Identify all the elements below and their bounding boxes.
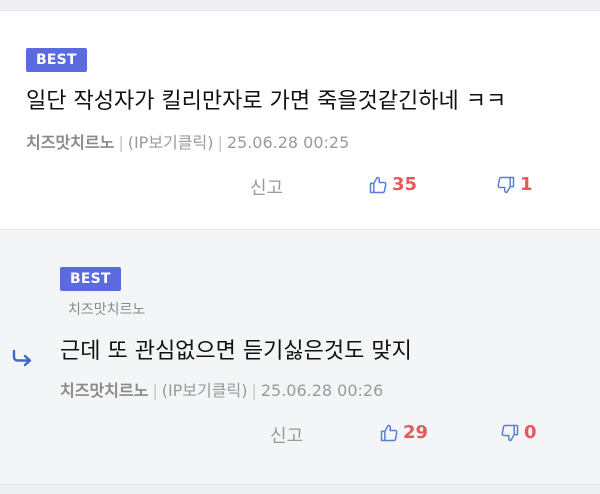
thumbs-up-icon xyxy=(380,424,398,441)
report-button[interactable]: 신고 xyxy=(250,174,283,200)
author-name[interactable]: 치즈맛치르노 xyxy=(60,381,148,400)
best-badge: BEST xyxy=(26,48,87,72)
ip-link[interactable]: (IP보기클릭) xyxy=(162,381,248,400)
best-badge: BEST xyxy=(60,267,121,291)
author-name[interactable]: 치즈맛치르노 xyxy=(26,133,114,152)
comment-text: 근데 또 관심없으면 듣기싫은것도 맞지 xyxy=(60,339,412,364)
comment-text: 일단 작성자가 킬리만자로 가면 죽을것같긴하네 ㅋㅋ xyxy=(26,89,507,114)
ip-link[interactable]: (IP보기클릭) xyxy=(128,133,214,152)
reply-arrow-icon xyxy=(12,349,32,367)
like-button[interactable]: 29 xyxy=(379,422,428,443)
like-button[interactable]: 35 xyxy=(368,174,417,195)
reply-to-author: 치즈맛치르노 xyxy=(68,302,146,318)
report-button[interactable]: 신고 xyxy=(270,422,303,448)
dislike-button[interactable]: 1 xyxy=(496,174,533,195)
comment-item: BEST 일단 작성자가 킬리만자로 가면 죽을것같긴하네 ㅋㅋ 치즈맛치르노 |… xyxy=(0,10,600,229)
comment-meta: 치즈맛치르노 | (IP보기클릭) | 25.06.28 00:25 xyxy=(26,133,350,152)
thumbs-up-icon xyxy=(369,176,387,193)
thumbs-down-icon xyxy=(501,424,519,441)
thumbs-down-icon xyxy=(497,176,515,193)
dislike-count: 1 xyxy=(520,174,533,195)
reply-comment-item: BEST 치즈맛치르노 근데 또 관심없으면 듣기싫은것도 맞지 치즈맛치르노 |… xyxy=(0,229,600,485)
like-count: 29 xyxy=(403,422,429,443)
like-count: 35 xyxy=(392,174,418,195)
dislike-button[interactable]: 0 xyxy=(500,422,537,443)
comment-meta: 치즈맛치르노 | (IP보기클릭) | 25.06.28 00:26 xyxy=(60,381,384,400)
comment-date: 25.06.28 00:26 xyxy=(260,381,384,400)
top-separator xyxy=(0,0,600,10)
bottom-separator xyxy=(0,484,600,494)
comment-date: 25.06.28 00:25 xyxy=(226,133,350,152)
dislike-count: 0 xyxy=(524,422,537,443)
